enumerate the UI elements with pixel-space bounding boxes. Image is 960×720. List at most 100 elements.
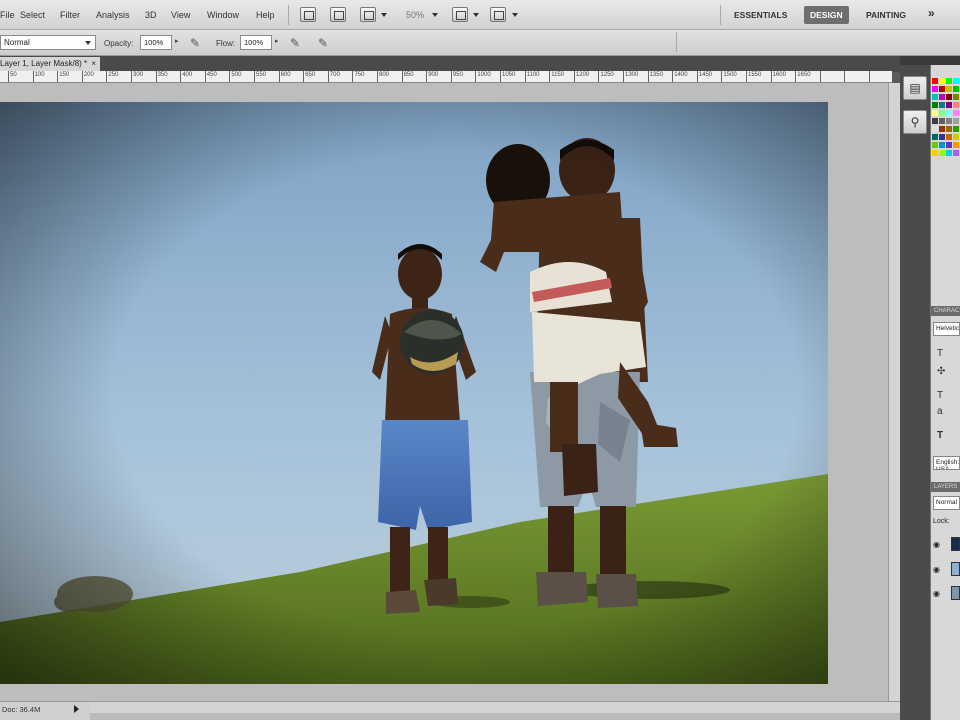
opacity-input[interactable]: 100% xyxy=(140,35,172,50)
screen-mode-icon[interactable] xyxy=(490,7,506,22)
ruler-tick xyxy=(549,71,551,82)
layer-blend-select[interactable]: Normal xyxy=(933,496,960,510)
arrange-documents-icon[interactable] xyxy=(452,7,468,22)
language-select[interactable]: English: USA xyxy=(933,456,960,470)
layer-thumbnail[interactable] xyxy=(951,537,960,551)
menu-help[interactable]: Help xyxy=(256,10,275,20)
color-swatch[interactable] xyxy=(953,78,959,84)
color-swatch[interactable] xyxy=(946,134,952,140)
color-swatch[interactable] xyxy=(953,134,959,140)
ruler-label: 950 xyxy=(452,72,463,78)
color-swatch[interactable] xyxy=(932,78,938,84)
layer-thumbnail[interactable] xyxy=(951,586,960,600)
color-swatch[interactable] xyxy=(946,150,952,156)
color-swatch[interactable] xyxy=(953,142,959,148)
color-swatch[interactable] xyxy=(932,150,938,156)
photo-canvas[interactable] xyxy=(0,102,828,684)
color-swatch[interactable] xyxy=(939,94,945,100)
history-panel-icon[interactable]: ▤ xyxy=(903,76,927,100)
layer-visibility-eye-icon[interactable]: ◉ xyxy=(933,565,940,574)
color-swatch[interactable] xyxy=(939,118,945,124)
color-swatch[interactable] xyxy=(946,86,952,92)
color-swatch[interactable] xyxy=(939,134,945,140)
color-swatch[interactable] xyxy=(946,94,952,100)
view-extras-dropdown-icon[interactable] xyxy=(381,13,387,17)
ruler-label: 1400 xyxy=(674,72,688,78)
layer-visibility-eye-icon[interactable]: ◉ xyxy=(933,540,940,549)
color-swatch[interactable] xyxy=(939,86,945,92)
layers-panel-header[interactable]: LAYERS xyxy=(931,482,960,492)
view-extras-icon[interactable] xyxy=(360,7,376,22)
menu-file[interactable]: File xyxy=(0,10,15,20)
opacity-arrow-icon[interactable]: ▸ xyxy=(175,37,179,45)
workspace-painting[interactable]: PAINTING xyxy=(860,6,912,24)
status-menu-arrow-icon[interactable] xyxy=(74,705,79,713)
menu-window[interactable]: Window xyxy=(207,10,239,20)
color-swatch[interactable] xyxy=(932,142,938,148)
color-swatch[interactable] xyxy=(946,102,952,108)
blend-mode-select[interactable]: Normal xyxy=(0,35,96,50)
ruler-tick xyxy=(278,71,280,82)
color-swatch[interactable] xyxy=(953,110,959,116)
menu-select[interactable]: Select xyxy=(20,10,45,20)
arrange-dropdown-icon[interactable] xyxy=(473,13,479,17)
color-swatch[interactable] xyxy=(946,126,952,132)
layer-thumbnail[interactable] xyxy=(951,562,960,576)
color-swatch[interactable] xyxy=(932,102,938,108)
menu-filter[interactable]: Filter xyxy=(60,10,80,20)
close-icon[interactable]: × xyxy=(91,59,96,68)
color-swatch[interactable] xyxy=(932,94,938,100)
color-swatch[interactable] xyxy=(946,78,952,84)
canvas-area[interactable] xyxy=(0,83,888,701)
tablet-pressure-size-icon[interactable]: ✎ xyxy=(318,36,334,50)
layer-visibility-eye-icon[interactable]: ◉ xyxy=(933,589,940,598)
color-swatch[interactable] xyxy=(939,78,945,84)
launch-mini-bridge-icon[interactable] xyxy=(330,7,346,22)
flow-arrow-icon[interactable]: ▸ xyxy=(275,37,279,45)
character-panel-header[interactable]: CHARACTER xyxy=(931,306,960,316)
workspace-more-icon[interactable]: » xyxy=(928,6,935,20)
swatches-panel[interactable] xyxy=(932,78,960,160)
menu-analysis[interactable]: Analysis xyxy=(96,10,130,20)
vertical-scrollbar[interactable] xyxy=(888,83,900,701)
faux-bold-icon[interactable]: T xyxy=(937,430,943,441)
color-swatch[interactable] xyxy=(932,118,938,124)
zoom-dropdown-icon[interactable] xyxy=(432,13,438,17)
color-swatch[interactable] xyxy=(946,110,952,116)
horizontal-scrollbar[interactable] xyxy=(90,701,900,713)
ruler-tick xyxy=(746,71,747,82)
color-swatch[interactable] xyxy=(939,126,945,132)
color-swatch[interactable] xyxy=(939,110,945,116)
workspace-design[interactable]: DESIGN xyxy=(804,6,849,24)
ruler-label: 550 xyxy=(256,72,267,78)
color-swatch[interactable] xyxy=(932,126,938,132)
actions-panel-icon[interactable]: ⚲ xyxy=(903,110,927,134)
menu-view[interactable]: View xyxy=(171,10,190,20)
color-swatch[interactable] xyxy=(953,118,959,124)
color-swatch[interactable] xyxy=(932,110,938,116)
color-swatch[interactable] xyxy=(946,118,952,124)
color-swatch[interactable] xyxy=(953,86,959,92)
opacity-label: Opacity: xyxy=(104,39,134,48)
document-tab[interactable]: Layer 1, Layer Mask/8) * × xyxy=(0,57,100,71)
color-swatch[interactable] xyxy=(953,150,959,156)
ruler-tick xyxy=(844,71,846,82)
color-swatch[interactable] xyxy=(939,150,945,156)
color-swatch[interactable] xyxy=(939,102,945,108)
color-swatch[interactable] xyxy=(932,86,938,92)
color-swatch[interactable] xyxy=(953,94,959,100)
screen-mode-dropdown-icon[interactable] xyxy=(512,13,518,17)
launch-bridge-icon[interactable] xyxy=(300,7,316,22)
color-swatch[interactable] xyxy=(939,142,945,148)
flow-input[interactable]: 100% xyxy=(240,35,272,50)
airbrush-icon[interactable]: ✎ xyxy=(290,36,306,50)
font-family-select[interactable]: Helvetica xyxy=(933,322,960,336)
color-swatch[interactable] xyxy=(946,142,952,148)
color-swatch[interactable] xyxy=(932,134,938,140)
color-swatch[interactable] xyxy=(953,102,959,108)
menu-3d[interactable]: 3D xyxy=(145,10,157,20)
color-swatch[interactable] xyxy=(953,126,959,132)
tablet-pressure-opacity-icon[interactable]: ✎ xyxy=(190,36,206,50)
zoom-level[interactable]: 50% xyxy=(406,10,424,20)
workspace-essentials[interactable]: ESSENTIALS xyxy=(728,6,793,24)
